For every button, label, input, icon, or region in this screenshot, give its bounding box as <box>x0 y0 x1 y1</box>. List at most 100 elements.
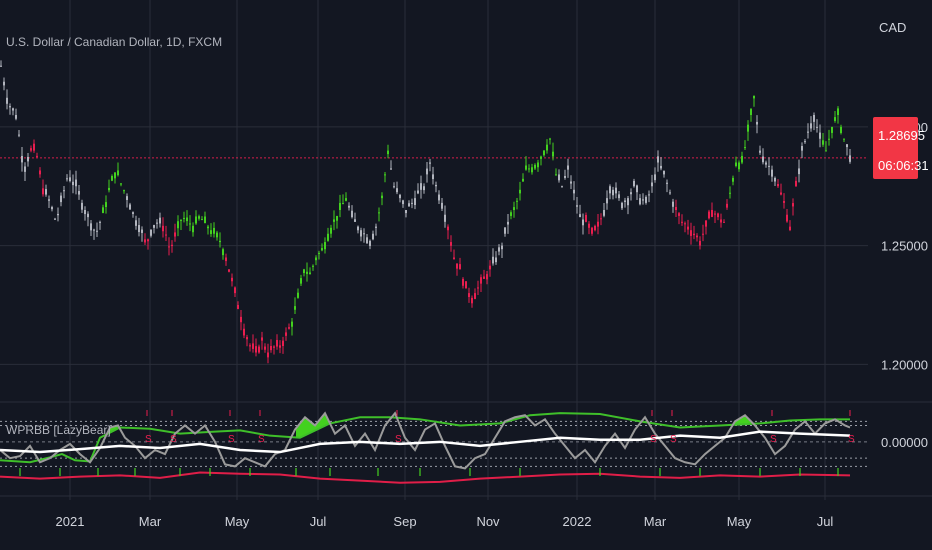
candle-body <box>345 198 347 201</box>
candle-body <box>348 205 350 208</box>
candle-body <box>366 237 368 244</box>
candle-body <box>270 345 272 351</box>
candle-body <box>819 132 821 139</box>
candle-body <box>63 190 65 192</box>
candle-body <box>309 272 311 275</box>
candle-body <box>645 196 647 203</box>
x-tick-label: Nov <box>476 514 500 529</box>
candle-body <box>33 143 35 151</box>
candle-body <box>258 346 260 353</box>
candle-body <box>492 256 494 264</box>
chart-title: U.S. Dollar / Canadian Dollar, 1D, FXCM <box>6 35 222 49</box>
candle-body <box>522 178 524 182</box>
candle-body <box>225 257 227 262</box>
candle-body <box>411 202 413 204</box>
candle-body <box>534 164 536 169</box>
x-tick-label: Jul <box>817 514 834 529</box>
candle-body <box>165 234 167 236</box>
candle-body <box>357 226 359 231</box>
candle-body <box>240 316 242 323</box>
candle-body <box>582 219 584 226</box>
candle-body <box>573 189 575 194</box>
candle-body <box>42 188 44 195</box>
chart-svg: SSSSSSSSS 1.200001.250001.300002021MarMa… <box>0 0 932 529</box>
candle-body <box>786 214 788 222</box>
candle-body <box>321 248 323 251</box>
candle-body <box>843 138 845 140</box>
candle-body <box>834 117 836 121</box>
candle-body <box>219 240 221 243</box>
candle-body <box>570 181 572 184</box>
candle-body <box>579 214 581 218</box>
candle-body <box>387 150 389 155</box>
candle-body <box>714 213 716 215</box>
candle-body <box>615 187 617 194</box>
candle-body <box>504 227 506 234</box>
candle-body <box>810 123 812 129</box>
candle-body <box>294 306 296 310</box>
candle-body <box>375 226 377 228</box>
candle-body <box>519 189 521 194</box>
candle-body <box>414 198 416 206</box>
candle-body <box>552 151 554 157</box>
candle-body <box>252 343 254 349</box>
candle-body <box>435 184 437 187</box>
candle-body <box>732 177 734 182</box>
candle-body <box>567 165 569 170</box>
candle-body <box>408 203 410 207</box>
candle-body <box>669 192 671 194</box>
candle-body <box>462 278 464 286</box>
candle-body <box>273 346 275 348</box>
candle-body <box>558 174 560 181</box>
candle-body <box>171 244 173 247</box>
candle-body <box>192 225 194 233</box>
candle-body <box>450 242 452 246</box>
candle-body <box>300 278 302 284</box>
candle-body <box>36 155 38 157</box>
candle-body <box>234 287 236 294</box>
candle-body <box>24 166 26 172</box>
candle-body <box>381 195 383 199</box>
candle-body <box>81 202 83 210</box>
candle-body <box>630 192 632 195</box>
candle-body <box>174 232 176 237</box>
candle-body <box>354 219 356 222</box>
candle-body <box>474 293 476 299</box>
oscillator: SSSSSSSSS <box>0 401 932 497</box>
candle-body <box>198 216 200 219</box>
candles <box>0 60 868 364</box>
candle-body <box>117 170 119 176</box>
candle-body <box>327 233 329 241</box>
candle-body <box>3 81 5 86</box>
sell-signal: S <box>395 434 402 445</box>
candle-body <box>231 277 233 282</box>
candle-body <box>531 167 533 173</box>
candle-body <box>126 196 128 200</box>
candle-body <box>828 138 830 140</box>
candle-body <box>51 207 53 210</box>
candle-body <box>591 227 593 234</box>
candle-body <box>105 202 107 208</box>
candle-body <box>798 168 800 175</box>
candle-body <box>141 229 143 233</box>
x-tick-label: Jul <box>310 514 327 529</box>
candle-body <box>648 194 650 196</box>
candle-body <box>402 200 404 205</box>
candle-body <box>39 170 41 175</box>
candle-body <box>390 168 392 170</box>
candle-body <box>30 148 32 151</box>
candle-body <box>150 229 152 236</box>
candle-body <box>18 134 20 136</box>
candle-body <box>213 227 215 234</box>
sell-signal: S <box>650 434 657 445</box>
candle-body <box>75 179 77 187</box>
candle-body <box>228 269 230 272</box>
sell-signal: S <box>145 434 152 445</box>
candle-body <box>609 186 611 194</box>
candle-body <box>285 332 287 336</box>
candle-body <box>420 183 422 190</box>
candle-body <box>690 230 692 236</box>
candle-body <box>456 263 458 269</box>
candle-body <box>135 220 137 226</box>
candle-body <box>465 281 467 289</box>
